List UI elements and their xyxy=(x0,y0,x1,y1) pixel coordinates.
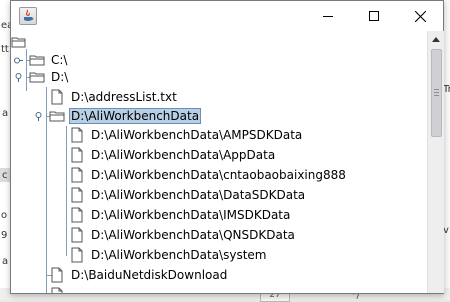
expanded-toggle-icon[interactable] xyxy=(34,112,43,121)
background-text-fragment: o xyxy=(1,210,8,221)
file-icon xyxy=(69,167,85,183)
tree-item-label: D:\addressList.txt xyxy=(71,90,177,104)
chevron-up-icon xyxy=(432,36,440,42)
title-bar[interactable] xyxy=(11,1,443,31)
tree-item-label: D:\AliWorkbenchData\AMPSDKData xyxy=(91,128,303,142)
tree-item-selected[interactable]: D:\AliWorkbenchData xyxy=(49,106,202,126)
tree-item[interactable]: D:\AliWorkbenchData\IMSDKData xyxy=(69,205,292,225)
tree-root[interactable] xyxy=(11,32,35,52)
java-app-icon xyxy=(19,7,37,25)
background-text-fragment: Tr xyxy=(443,84,450,95)
tree-item[interactable]: D:\AliWorkbenchData\cntaobaobaixing888 xyxy=(69,165,348,185)
minimize-button[interactable] xyxy=(305,1,351,31)
close-icon xyxy=(414,10,426,22)
maximize-button[interactable] xyxy=(351,1,397,31)
scrollbar-thumb[interactable] xyxy=(431,49,442,137)
tree-item-label: D:\ xyxy=(51,70,69,84)
tree-item-label: D:\BaiduNetdiskDownload xyxy=(71,268,228,282)
folder-icon xyxy=(29,52,45,68)
tree-item-label: D:\AliWorkbenchData\QNSDKData xyxy=(91,228,295,242)
folder-open-icon xyxy=(11,34,27,50)
tree-item[interactable]: D:\ xyxy=(29,67,70,87)
scroll-up-button[interactable] xyxy=(428,31,444,47)
tree-item-partial[interactable] xyxy=(49,285,69,293)
file-icon xyxy=(69,187,85,203)
expanded-toggle-icon[interactable] xyxy=(14,73,23,82)
tree-item[interactable]: D:\AliWorkbenchData\DataSDKData xyxy=(69,185,307,205)
background-text-fragment: 9 xyxy=(1,230,8,241)
vertical-scrollbar[interactable] xyxy=(427,31,444,293)
tree-window: C:\ D:\ D:\addressList.txt D:\AliWorkben… xyxy=(10,0,444,294)
tree-item-label: D:\AliWorkbenchData\DataSDKData xyxy=(91,188,306,202)
file-tree[interactable]: C:\ D:\ D:\addressList.txt D:\AliWorkben… xyxy=(11,31,427,293)
folder-open-icon xyxy=(49,108,65,124)
background-text-fragment: tt xyxy=(1,44,9,55)
tree-item-label: D:\AliWorkbenchData\IMSDKData xyxy=(91,208,291,222)
tree-guide-line xyxy=(46,87,47,293)
tree-item[interactable]: D:\AliWorkbenchData\QNSDKData xyxy=(69,225,297,245)
file-icon xyxy=(69,147,85,163)
tree-item-label: D:\AliWorkbenchData\system xyxy=(91,248,267,262)
tree-item[interactable]: D:\AliWorkbenchData\system xyxy=(69,245,268,265)
tree-item[interactable]: D:\AliWorkbenchData\AppData xyxy=(69,145,277,165)
file-icon xyxy=(49,287,65,293)
background-text-fragment: a xyxy=(2,256,9,267)
file-icon xyxy=(69,247,85,263)
tree-item-label: C:\ xyxy=(51,53,68,67)
tree-item[interactable]: D:\AliWorkbenchData\AMPSDKData xyxy=(69,125,304,145)
tree-item-label: D:\AliWorkbenchData xyxy=(69,108,202,124)
background-text-fragment: c xyxy=(2,170,8,181)
file-icon xyxy=(49,89,65,105)
tree-root-label xyxy=(31,41,35,43)
tree-item[interactable]: D:\addressList.txt xyxy=(49,87,179,107)
file-icon xyxy=(69,127,85,143)
collapsed-toggle-icon[interactable] xyxy=(14,56,23,65)
background-text-fragment: a xyxy=(2,108,9,119)
tree-item[interactable]: D:\BaiduNetdiskDownload xyxy=(49,265,229,285)
folder-open-icon xyxy=(29,69,45,85)
minimize-icon xyxy=(323,16,333,17)
tree-item-label: D:\AliWorkbenchData\cntaobaobaixing888 xyxy=(91,168,346,182)
close-button[interactable] xyxy=(397,1,443,31)
tree-guide-line xyxy=(26,49,27,91)
file-icon xyxy=(69,207,85,223)
tree-guide-line xyxy=(66,126,67,256)
file-icon xyxy=(49,267,65,283)
tree-item-label: D:\AliWorkbenchData\AppData xyxy=(91,148,276,162)
file-icon xyxy=(69,227,85,243)
maximize-icon xyxy=(369,11,379,21)
